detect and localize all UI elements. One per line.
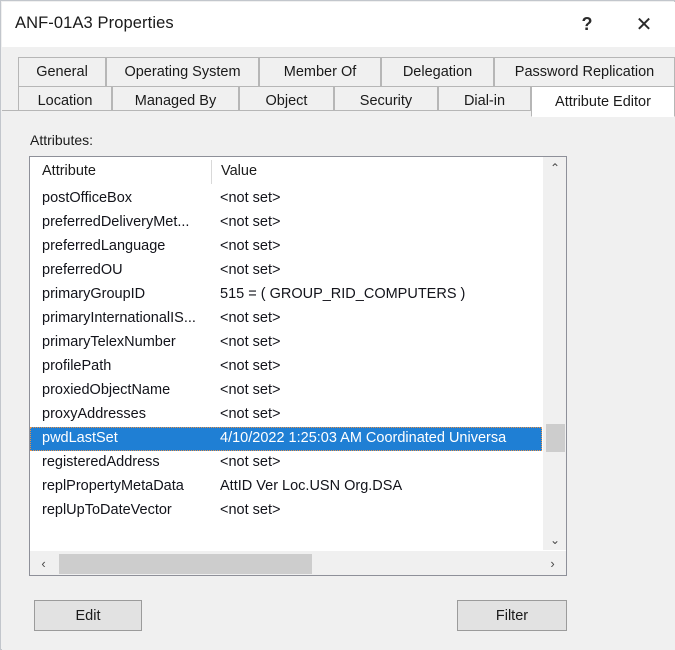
cell-attribute: profilePath (42, 358, 112, 374)
cell-value: AttID Ver Loc.USN Org.DSA (220, 478, 403, 494)
table-row[interactable]: primaryGroupID 515 = ( GROUP_RID_COMPUTER… (30, 283, 542, 307)
table-row[interactable]: replPropertyMetaData AttID Ver Loc.USN O… (30, 475, 542, 499)
edit-button[interactable]: Edit (34, 600, 142, 631)
horizontal-scrollbar-thumb[interactable] (59, 554, 312, 574)
scroll-right-icon[interactable]: › (539, 551, 566, 575)
vertical-scrollbar-thumb[interactable] (546, 424, 565, 452)
cell-attribute: preferredLanguage (42, 238, 166, 254)
table-row[interactable]: pwdLastSet 4/10/2022 1:25:03 AM Coordinat… (30, 427, 542, 451)
tab-row-upper: General Operating System Member Of Delegati… (2, 57, 675, 87)
cell-attribute: replUpToDateVector (42, 502, 172, 518)
table-row[interactable]: profilePath <not set> (30, 355, 542, 379)
properties-dialog: ANF-01A3 Properties ? ✕ General Operating… (0, 0, 675, 650)
scroll-left-icon[interactable]: ‹ (30, 551, 57, 575)
column-header-attribute[interactable]: Attribute (42, 163, 96, 179)
cell-value: <not set> (220, 454, 281, 470)
cell-value: <not set> (220, 502, 281, 518)
cell-attribute: replPropertyMetaData (42, 478, 184, 494)
cell-attribute: preferredDeliveryMet... (42, 214, 190, 230)
cell-attribute: primaryTelexNumber (42, 334, 176, 350)
column-divider[interactable] (211, 160, 212, 184)
column-header-value[interactable]: Value (221, 163, 257, 179)
vertical-scrollbar[interactable]: ⌃ ⌄ (542, 157, 566, 551)
cell-value: <not set> (220, 238, 281, 254)
filter-button[interactable]: Filter (457, 600, 567, 631)
attributes-listbox[interactable]: Attribute Value postOfficeBox <not set> pr… (29, 156, 567, 576)
cell-value: <not set> (220, 358, 281, 374)
table-row[interactable]: postOfficeBox <not set> (30, 187, 542, 211)
attributes-list-viewport: Attribute Value postOfficeBox <not set> pr… (30, 157, 542, 551)
table-row[interactable]: registeredAddress <not set> (30, 451, 542, 475)
table-row[interactable]: proxyAddresses <not set> (30, 403, 542, 427)
attribute-rows: postOfficeBox <not set> preferredDeliveryM… (30, 187, 542, 523)
cell-attribute: pwdLastSet (42, 430, 118, 446)
table-row[interactable]: replUpToDateVector <not set> (30, 499, 542, 523)
cell-value: 4/10/2022 1:25:03 AM Coordinated Univers… (220, 430, 507, 446)
cell-value: <not set> (220, 214, 281, 230)
attribute-editor-pane: Attributes: Attribute Value postOfficeBo… (2, 110, 675, 650)
tab-delegation[interactable]: Delegation (381, 57, 494, 87)
cell-attribute: primaryInternationalIS... (42, 310, 196, 326)
close-icon[interactable]: ✕ (621, 2, 667, 47)
title-bar: ANF-01A3 Properties ? ✕ (2, 2, 675, 47)
table-row[interactable]: primaryTelexNumber <not set> (30, 331, 542, 355)
window-title: ANF-01A3 Properties (15, 14, 174, 32)
scroll-down-icon[interactable]: ⌄ (543, 529, 566, 551)
cell-attribute: registeredAddress (42, 454, 160, 470)
cell-attribute: primaryGroupID (42, 286, 146, 302)
cell-value: <not set> (220, 334, 281, 350)
tab-password-replication[interactable]: Password Replication (494, 57, 675, 87)
cell-value: <not set> (220, 406, 281, 422)
table-row[interactable]: preferredDeliveryMet... <not set> (30, 211, 542, 235)
tab-member-of[interactable]: Member Of (259, 57, 381, 87)
table-row[interactable]: preferredOU <not set> (30, 259, 542, 283)
table-row[interactable]: primaryInternationalIS... <not set> (30, 307, 542, 331)
cell-attribute: proxyAddresses (42, 406, 146, 422)
list-column-header: Attribute Value (30, 157, 542, 187)
cell-value: <not set> (220, 262, 281, 278)
table-row[interactable]: proxiedObjectName <not set> (30, 379, 542, 403)
cell-value: 515 = ( GROUP_RID_COMPUTERS ) (220, 286, 466, 302)
horizontal-scrollbar[interactable]: ‹ › (30, 550, 566, 575)
cell-attribute: postOfficeBox (42, 190, 133, 206)
scroll-up-icon[interactable]: ⌃ (543, 157, 566, 179)
cell-value: <not set> (220, 310, 281, 326)
cell-value: <not set> (220, 190, 281, 206)
cell-attribute: proxiedObjectName (42, 382, 171, 398)
cell-value: <not set> (220, 382, 281, 398)
tab-strip: General Operating System Member Of Delegati… (2, 47, 675, 117)
attributes-label: Attributes: (30, 132, 94, 148)
tab-general[interactable]: General (18, 57, 106, 87)
tab-operating-system[interactable]: Operating System (106, 57, 259, 87)
help-icon[interactable]: ? (564, 2, 610, 47)
cell-attribute: preferredOU (42, 262, 123, 278)
tab-attribute-editor[interactable]: Attribute Editor (531, 86, 675, 117)
table-row[interactable]: preferredLanguage <not set> (30, 235, 542, 259)
